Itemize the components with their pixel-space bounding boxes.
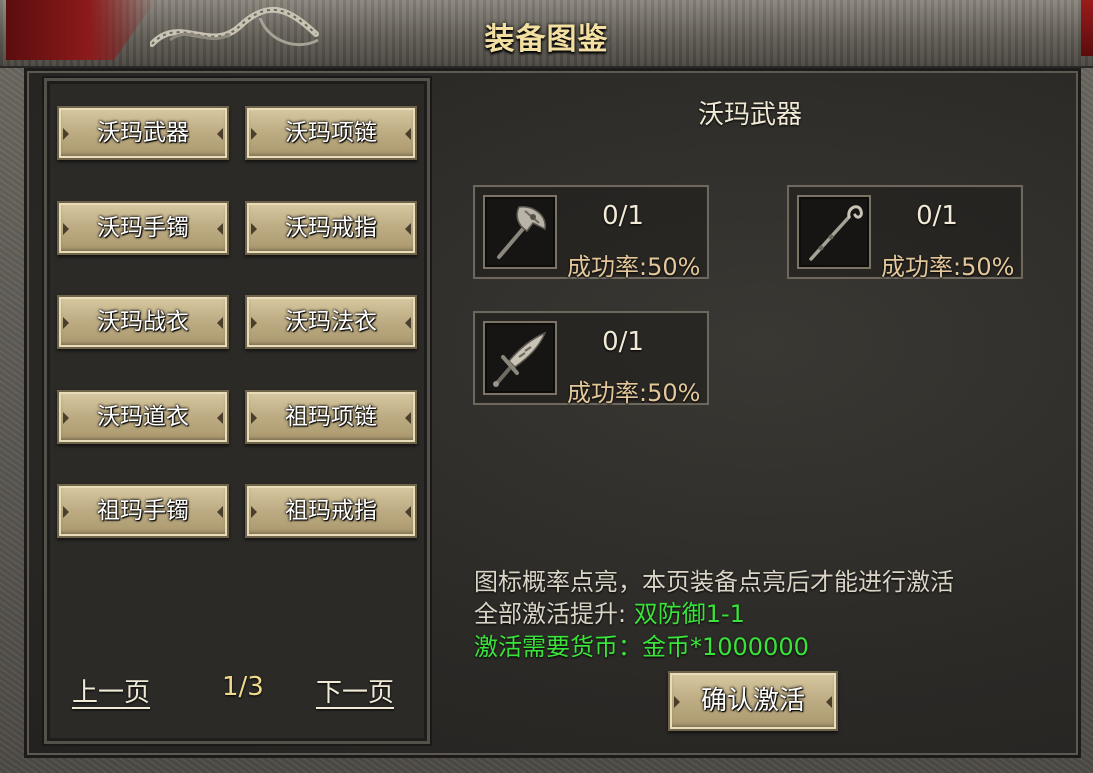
confirm-activate-button[interactable]: 确认激活 (668, 671, 838, 731)
success-rate: 成功率:50% (567, 379, 701, 407)
bonus-line: 全部激活提升: 双防御1-1 (474, 594, 745, 629)
category-label: 沃玛道衣 (97, 404, 189, 430)
category-button-8[interactable]: 祖玛手镯 (57, 484, 229, 538)
category-label: 祖玛手镯 (97, 498, 189, 524)
equipment-card[interactable]: 0/1 成功率:50% (473, 311, 709, 407)
item-count: 0/1 (602, 201, 644, 231)
title-bar[interactable]: 装备图鉴 (0, 0, 1093, 68)
equipment-slot[interactable] (797, 195, 871, 269)
next-page-link[interactable]: 下一页 (316, 672, 394, 709)
window-title: 装备图鉴 (484, 22, 609, 57)
category-label: 祖玛项链 (285, 404, 377, 430)
activation-cost: 激活需要货币：金币*1000000 (474, 633, 809, 661)
category-button-9[interactable]: 祖玛戒指 (245, 484, 417, 538)
category-button-3[interactable]: 沃玛戒指 (245, 201, 417, 255)
category-button-5[interactable]: 沃玛法衣 (245, 295, 417, 349)
category-label: 祖玛戒指 (285, 498, 377, 524)
prev-page-link[interactable]: 上一页 (72, 672, 150, 709)
bonus-value: 双防御1-1 (633, 600, 745, 628)
equipment-card[interactable]: 0/1 成功率:50% (787, 185, 1023, 281)
success-rate: 成功率:50% (881, 253, 1015, 281)
bonus-label: 全部激活提升: (474, 600, 627, 628)
category-label: 沃玛戒指 (285, 215, 377, 241)
category-button-4[interactable]: 沃玛战衣 (57, 295, 229, 349)
sword-icon (493, 331, 547, 387)
equipment-card[interactable]: 0/1 成功率:50% (473, 185, 709, 281)
item-count: 0/1 (602, 327, 644, 357)
category-label: 沃玛法衣 (285, 309, 377, 335)
detail-title: 沃玛武器 (697, 100, 802, 130)
item-count: 0/1 (916, 201, 958, 231)
axe-icon (497, 206, 546, 259)
category-button-1[interactable]: 沃玛项链 (245, 106, 417, 160)
category-button-6[interactable]: 沃玛道衣 (57, 390, 229, 444)
category-button-2[interactable]: 沃玛手镯 (57, 201, 229, 255)
category-label: 沃玛武器 (97, 120, 189, 146)
equipment-slot[interactable] (483, 195, 557, 269)
category-button-0[interactable]: 沃玛武器 (57, 106, 229, 160)
category-label: 沃玛手镯 (97, 215, 189, 241)
equipment-slot[interactable] (483, 321, 557, 395)
page-indicator: 1/3 (222, 672, 264, 702)
category-label: 沃玛战衣 (97, 309, 189, 335)
activation-hint: 图标概率点亮，本页装备点亮后才能进行激活 (474, 568, 954, 596)
success-rate: 成功率:50% (567, 253, 701, 281)
staff-icon (809, 205, 863, 261)
category-label: 沃玛项链 (285, 120, 377, 146)
category-button-7[interactable]: 祖玛项链 (245, 390, 417, 444)
